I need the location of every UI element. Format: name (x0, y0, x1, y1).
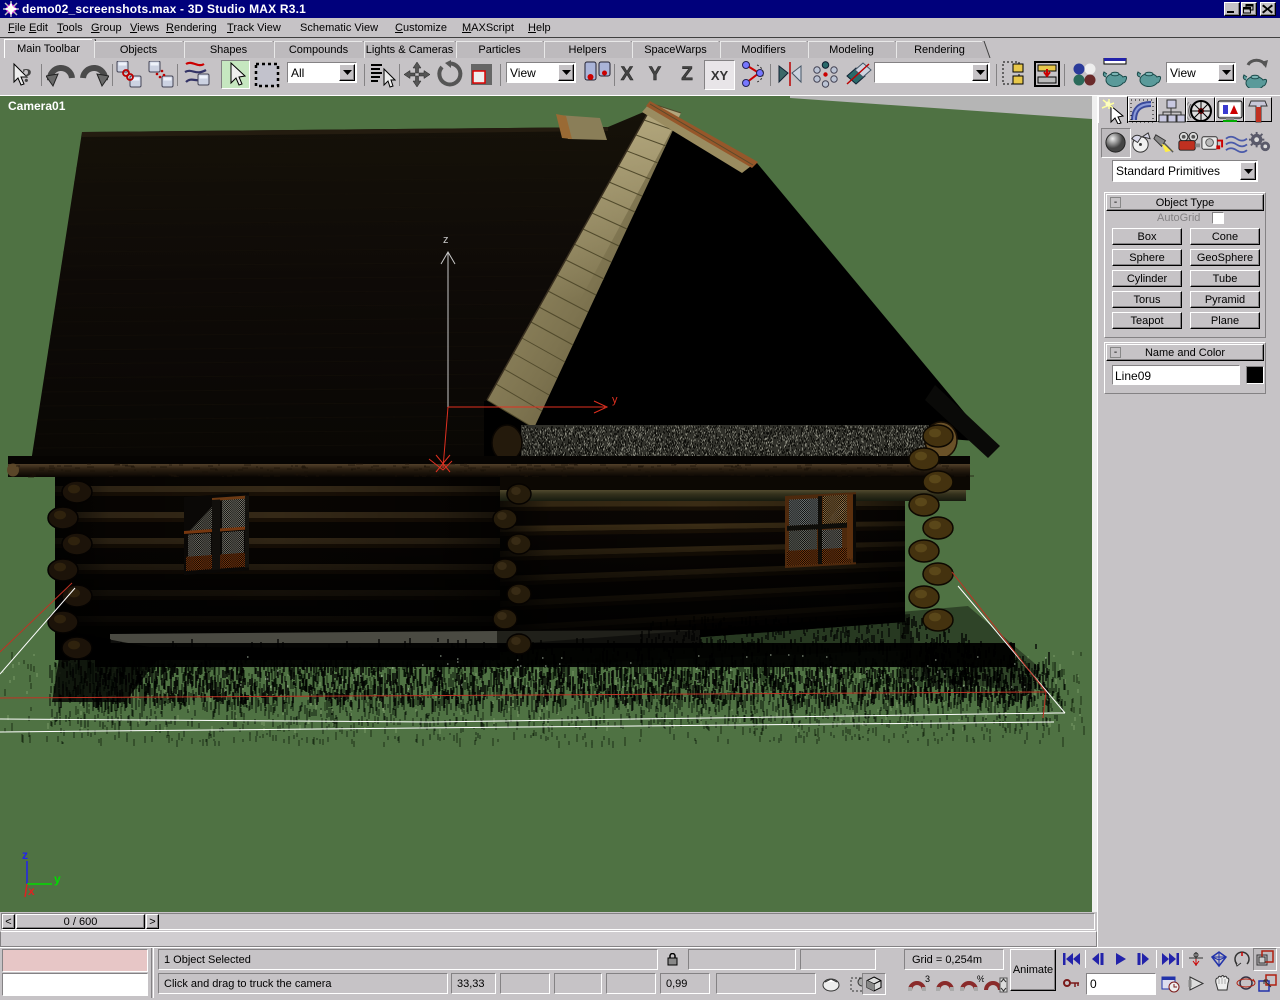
svg-text:Y: Y (649, 64, 662, 84)
svg-text:z: z (22, 848, 28, 862)
svg-text:y: y (54, 872, 61, 886)
svg-text:X: X (621, 64, 634, 84)
svg-text:y: y (612, 394, 618, 406)
svg-text:x: x (28, 884, 35, 898)
svg-text:3: 3 (925, 974, 930, 984)
svg-text:z: z (443, 234, 449, 246)
svg-text:?: ? (22, 65, 32, 87)
svg-text:Z: Z (681, 64, 693, 84)
